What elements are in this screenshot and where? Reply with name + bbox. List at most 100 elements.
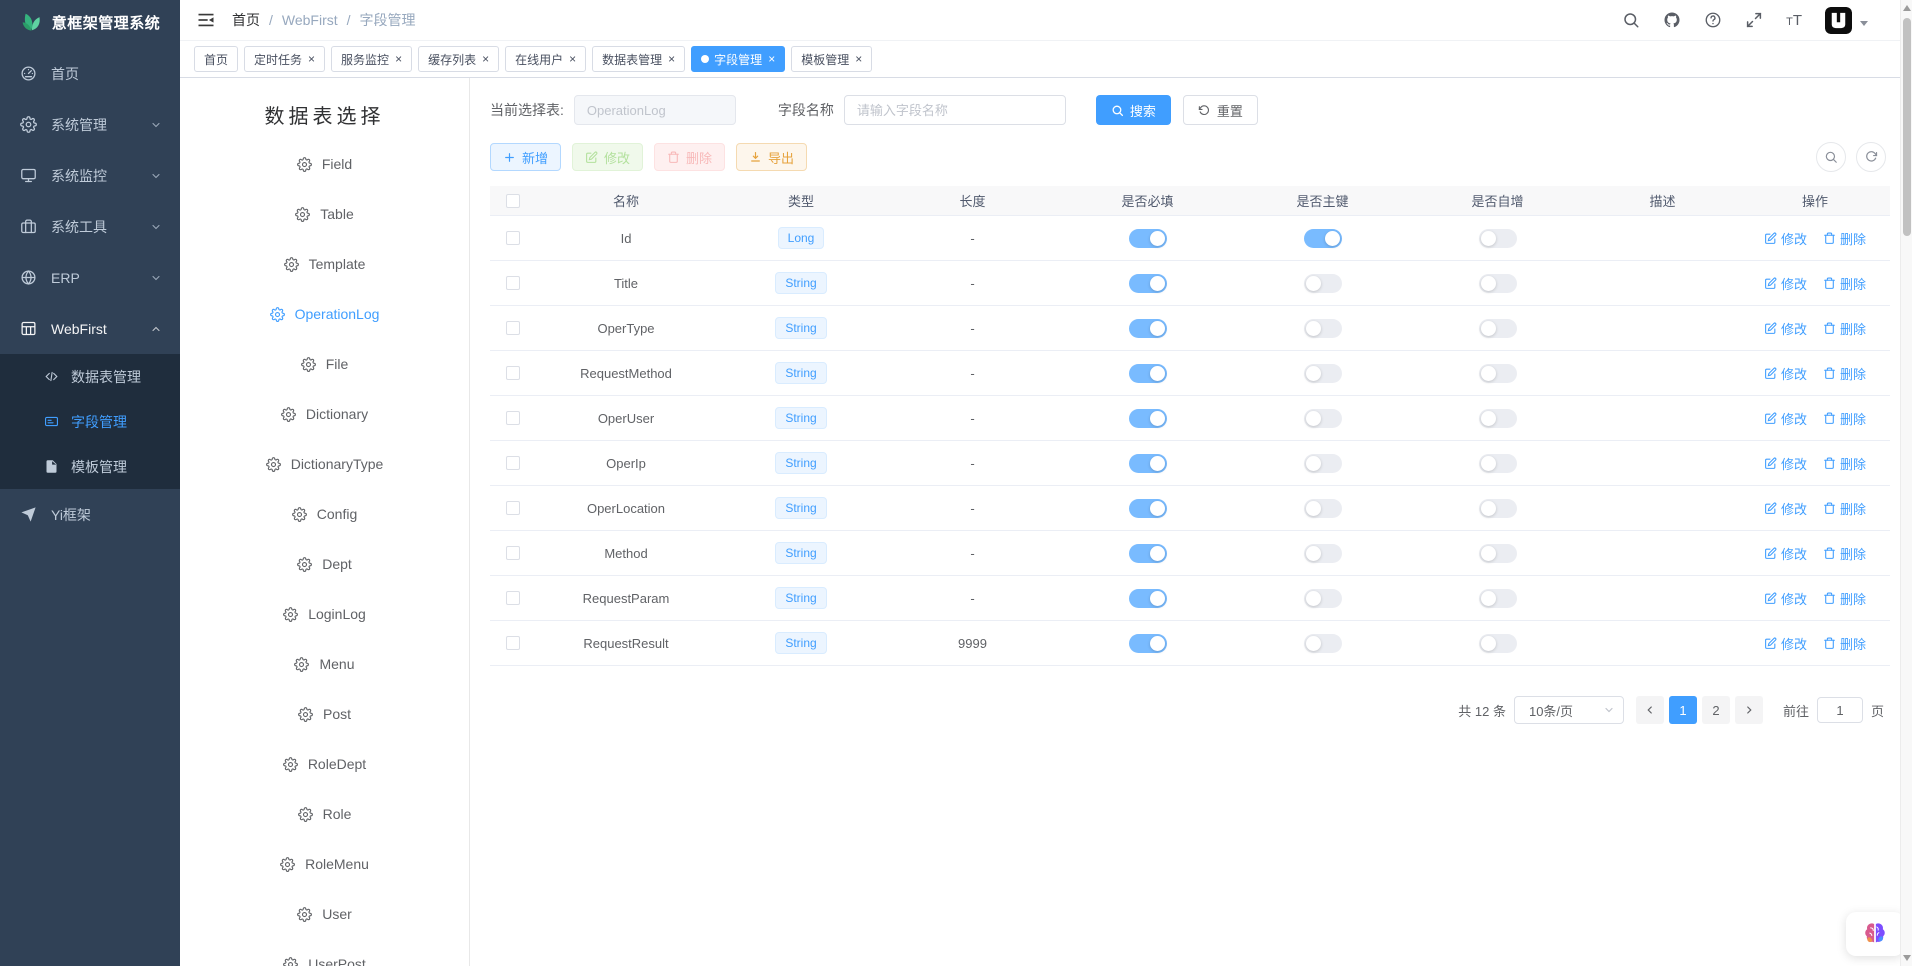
auto-increment-switch[interactable] [1479,454,1517,473]
auto-increment-switch[interactable] [1479,274,1517,293]
primary-key-switch[interactable] [1304,454,1342,473]
row-checkbox[interactable] [506,411,520,425]
scroll-up-icon[interactable] [1903,5,1911,11]
row-delete-button[interactable]: 删除 [1823,409,1866,428]
edit-button[interactable]: 修改 [572,143,643,171]
required-switch[interactable] [1129,499,1167,518]
refresh-icon[interactable] [1856,142,1886,172]
row-checkbox[interactable] [506,501,520,515]
auto-increment-switch[interactable] [1479,544,1517,563]
auto-increment-switch[interactable] [1479,409,1517,428]
tab-close-icon[interactable]: × [308,53,315,65]
select-all-checkbox[interactable] [506,194,520,208]
row-delete-button[interactable]: 删除 [1823,589,1866,608]
required-switch[interactable] [1129,589,1167,608]
row-delete-button[interactable]: 删除 [1823,454,1866,473]
primary-key-switch[interactable] [1304,409,1342,428]
row-delete-button[interactable]: 删除 [1823,634,1866,653]
tab-close-icon[interactable]: × [395,53,402,65]
auto-increment-switch[interactable] [1479,589,1517,608]
next-page-button[interactable] [1735,696,1763,724]
row-edit-button[interactable]: 修改 [1764,364,1807,383]
page-number-button[interactable]: 1 [1669,696,1697,724]
page-size-select[interactable]: 10条/页 [1514,696,1624,724]
primary-key-switch[interactable] [1304,319,1342,338]
tree-item[interactable]: Menu [180,639,469,689]
row-delete-button[interactable]: 删除 [1823,274,1866,293]
export-button[interactable]: 导出 [736,143,807,171]
tree-item[interactable]: Dictionary [180,389,469,439]
sidebar-item-1[interactable]: 系统管理 [0,99,180,150]
row-checkbox[interactable] [506,456,520,470]
column-search-icon[interactable] [1816,142,1846,172]
fullscreen-icon[interactable] [1745,11,1763,29]
tree-item[interactable]: File [180,339,469,389]
tab-2[interactable]: 服务监控 × [331,46,412,72]
assistant-fab[interactable] [1846,912,1904,956]
tree-item[interactable]: Post [180,689,469,739]
row-checkbox[interactable] [506,591,520,605]
tree-item[interactable]: RoleDept [180,739,469,789]
tab-close-icon[interactable]: × [569,53,576,65]
sidebar-item-2[interactable]: 系统监控 [0,150,180,201]
tab-0[interactable]: 首页 [194,46,238,72]
required-switch[interactable] [1129,319,1167,338]
row-edit-button[interactable]: 修改 [1764,454,1807,473]
user-menu[interactable] [1825,7,1868,34]
font-size-icon[interactable]: TT [1786,13,1802,28]
tree-item[interactable]: LoginLog [180,589,469,639]
primary-key-switch[interactable] [1304,634,1342,653]
row-delete-button[interactable]: 删除 [1823,364,1866,383]
tab-5[interactable]: 数据表管理 × [592,46,685,72]
row-edit-button[interactable]: 修改 [1764,274,1807,293]
sidebar-subitem-0[interactable]: 数据表管理 [0,354,180,399]
github-icon[interactable] [1663,11,1681,29]
search-button[interactable]: 搜索 [1096,95,1171,125]
tree-item[interactable]: Template [180,239,469,289]
row-edit-button[interactable]: 修改 [1764,229,1807,248]
row-edit-button[interactable]: 修改 [1764,319,1807,338]
required-switch[interactable] [1129,229,1167,248]
row-checkbox[interactable] [506,636,520,650]
row-edit-button[interactable]: 修改 [1764,589,1807,608]
sidebar-fold-icon[interactable] [196,10,216,30]
breadcrumb-home[interactable]: 首页 [232,10,260,30]
row-checkbox[interactable] [506,546,520,560]
tree-item[interactable]: User [180,889,469,939]
sidebar-item-3[interactable]: 系统工具 [0,201,180,252]
row-edit-button[interactable]: 修改 [1764,634,1807,653]
scroll-down-icon[interactable] [1903,955,1911,961]
tab-1[interactable]: 定时任务 × [244,46,325,72]
tree-item[interactable]: UserPost [180,939,469,966]
row-delete-button[interactable]: 删除 [1823,544,1866,563]
tree-item[interactable]: DictionaryType [180,439,469,489]
required-switch[interactable] [1129,634,1167,653]
row-delete-button[interactable]: 删除 [1823,229,1866,248]
row-delete-button[interactable]: 删除 [1823,319,1866,338]
required-switch[interactable] [1129,274,1167,293]
primary-key-switch[interactable] [1304,544,1342,563]
tab-3[interactable]: 缓存列表 × [418,46,499,72]
help-icon[interactable] [1704,11,1722,29]
row-checkbox[interactable] [506,321,520,335]
delete-button[interactable]: 删除 [654,143,725,171]
add-button[interactable]: 新增 [490,143,561,171]
tab-close-icon[interactable]: × [482,53,489,65]
required-switch[interactable] [1129,544,1167,563]
field-name-input[interactable] [844,95,1066,125]
tree-item[interactable]: Table [180,189,469,239]
tree-item[interactable]: RoleMenu [180,839,469,889]
tab-close-icon[interactable]: × [855,53,862,65]
prev-page-button[interactable] [1636,696,1664,724]
tab-close-icon[interactable]: × [768,53,775,65]
row-checkbox[interactable] [506,366,520,380]
auto-increment-switch[interactable] [1479,499,1517,518]
row-edit-button[interactable]: 修改 [1764,499,1807,518]
primary-key-switch[interactable] [1304,364,1342,383]
required-switch[interactable] [1129,454,1167,473]
app-logo[interactable]: 意框架管理系统 [0,0,180,44]
primary-key-switch[interactable] [1304,229,1342,248]
row-delete-button[interactable]: 删除 [1823,499,1866,518]
row-edit-button[interactable]: 修改 [1764,544,1807,563]
tree-item[interactable]: Role [180,789,469,839]
